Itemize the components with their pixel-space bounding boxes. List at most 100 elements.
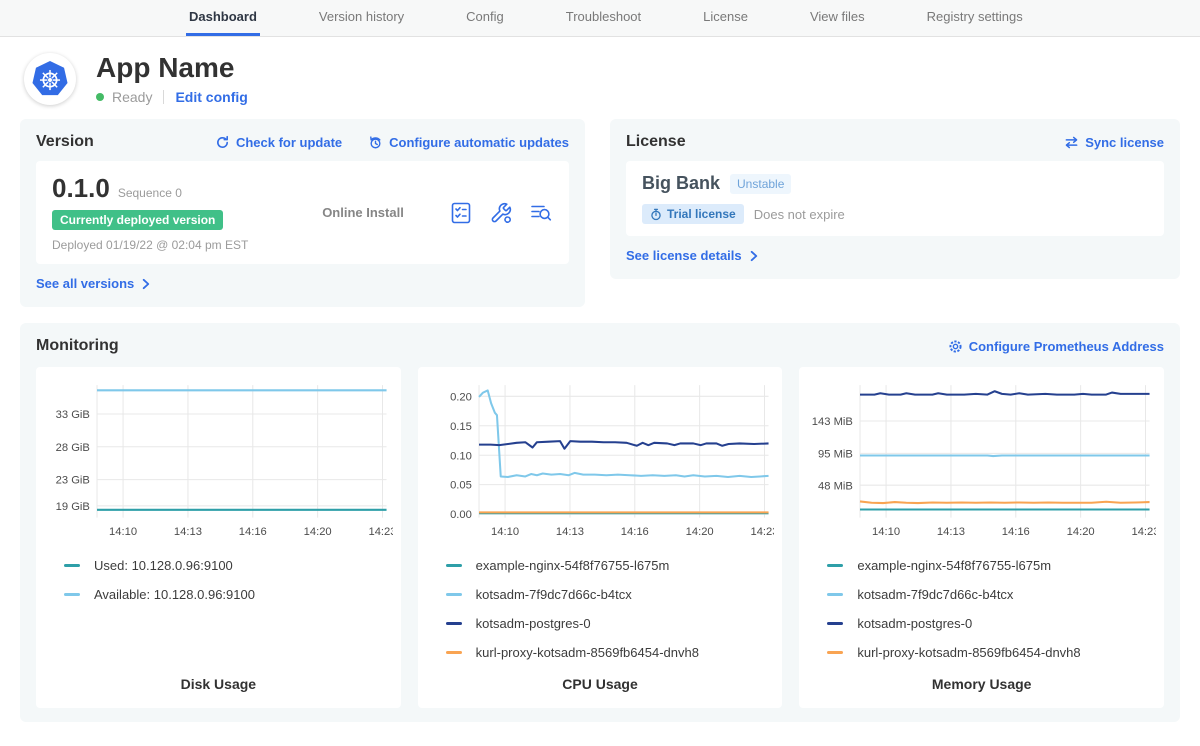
monitoring-title: Monitoring xyxy=(36,337,119,355)
legend-item-kotsadm-7f9dc7d66c-b4tcx: kotsadm-7f9dc7d66c-b4tcx xyxy=(446,587,775,602)
disk-usage-card: 33 GiB28 GiB23 GiB19 GiB14:1014:1314:161… xyxy=(36,367,401,708)
legend-swatch xyxy=(446,622,462,625)
chevron-right-icon xyxy=(140,278,151,290)
tab-registry-settings[interactable]: Registry settings xyxy=(924,0,1026,36)
legend-item-kotsadm-7f9dc7d66c-b4tcx: kotsadm-7f9dc7d66c-b4tcx xyxy=(827,587,1156,602)
series-kotsadm-7f9dc7d66c-b4tcx xyxy=(860,455,1150,456)
license-card-title: License xyxy=(626,133,686,151)
tab-license[interactable]: License xyxy=(700,0,751,36)
trial-license-badge: Trial license xyxy=(642,204,744,224)
version-number: 0.1.0 xyxy=(52,173,110,204)
svg-text:14:20: 14:20 xyxy=(1067,526,1095,538)
svg-text:14:16: 14:16 xyxy=(239,526,267,538)
svg-text:14:20: 14:20 xyxy=(685,526,713,538)
legend-label: Available: 10.128.0.96:9100 xyxy=(94,587,255,602)
legend-item-example-nginx-54f8f76755-l675m: example-nginx-54f8f76755-l675m xyxy=(827,558,1156,573)
legend-swatch xyxy=(446,593,462,596)
cpu-usage-plot: 0.200.150.100.050.0014:1014:1314:1614:20… xyxy=(426,379,775,544)
expiry-label: Does not expire xyxy=(754,207,845,222)
install-type-label: Online Install xyxy=(277,205,449,220)
sync-license-link[interactable]: Sync license xyxy=(1064,135,1164,150)
disk-usage-plot: 33 GiB28 GiB23 GiB19 GiB14:1014:1314:161… xyxy=(44,379,393,544)
svg-text:95 MiB: 95 MiB xyxy=(818,448,853,460)
svg-text:14:23: 14:23 xyxy=(1132,526,1156,538)
svg-text:0.10: 0.10 xyxy=(450,450,472,462)
tab-view-files[interactable]: View files xyxy=(807,0,868,36)
schedule-icon xyxy=(368,135,383,150)
tab-troubleshoot[interactable]: Troubleshoot xyxy=(563,0,644,36)
tab-config[interactable]: Config xyxy=(463,0,507,36)
app-status-row: Ready Edit config xyxy=(96,89,248,105)
license-detail-card: Big Bank Unstable Trial license Does not… xyxy=(626,161,1164,236)
legend-swatch xyxy=(827,651,843,654)
svg-text:19 GiB: 19 GiB xyxy=(56,501,90,513)
legend-swatch xyxy=(827,564,843,567)
svg-text:0.00: 0.00 xyxy=(450,509,472,521)
gear-icon xyxy=(948,339,963,354)
configure-prometheus-link[interactable]: Configure Prometheus Address xyxy=(948,339,1164,354)
series-kotsadm-postgres-0 xyxy=(860,391,1150,394)
chart-title: CPU Usage xyxy=(426,660,775,692)
svg-text:14:10: 14:10 xyxy=(491,526,519,538)
stopwatch-icon xyxy=(650,208,662,221)
legend-label: kotsadm-7f9dc7d66c-b4tcx xyxy=(857,587,1013,602)
app-title: App Name xyxy=(96,53,248,82)
see-license-details-link[interactable]: See license details xyxy=(626,248,759,263)
legend-swatch xyxy=(827,622,843,625)
tab-dashboard[interactable]: Dashboard xyxy=(186,0,260,36)
legend-label: Used: 10.128.0.96:9100 xyxy=(94,558,233,573)
monitoring-panel: Monitoring Configure Prometheus Address … xyxy=(20,323,1180,722)
legend-item-available-10-128-0-96-9100: Available: 10.128.0.96:9100 xyxy=(64,587,393,602)
view-logs-icon[interactable] xyxy=(529,201,553,225)
legend-label: example-nginx-54f8f76755-l675m xyxy=(476,558,670,573)
legend-label: kurl-proxy-kotsadm-8569fb6454-dnvh8 xyxy=(857,645,1080,660)
nav-tabs: Dashboard Version history Config Troublesho… xyxy=(186,0,1026,36)
tab-version-history[interactable]: Version history xyxy=(316,0,407,36)
app-header: App Name Ready Edit config xyxy=(0,37,1200,117)
check-for-update-link[interactable]: Check for update xyxy=(215,135,342,150)
refresh-icon xyxy=(215,135,230,150)
app-status: Ready xyxy=(112,89,152,105)
kubernetes-logo-icon xyxy=(24,53,76,105)
legend-label: kotsadm-postgres-0 xyxy=(476,616,591,631)
svg-text:14:23: 14:23 xyxy=(750,526,774,538)
legend-item-kotsadm-postgres-0: kotsadm-postgres-0 xyxy=(446,616,775,631)
legend-swatch xyxy=(446,564,462,567)
svg-text:14:10: 14:10 xyxy=(872,526,900,538)
svg-text:14:10: 14:10 xyxy=(109,526,137,538)
chart-title: Disk Usage xyxy=(44,660,393,692)
svg-text:14:16: 14:16 xyxy=(1002,526,1030,538)
legend-swatch xyxy=(827,593,843,596)
svg-text:14:13: 14:13 xyxy=(937,526,965,538)
memory-usage-plot: 143 MiB95 MiB48 MiB14:1014:1314:1614:201… xyxy=(807,379,1156,544)
series-kurl-proxy-kotsadm-8569fb6454-dnvh8 xyxy=(860,501,1150,503)
legend-label: kotsadm-postgres-0 xyxy=(857,616,972,631)
top-nav: Dashboard Version history Config Troublesho… xyxy=(0,0,1200,37)
memory-usage-card: 143 MiB95 MiB48 MiB14:1014:1314:1614:201… xyxy=(799,367,1164,708)
svg-text:14:13: 14:13 xyxy=(174,526,202,538)
license-card: License Sync license Big Bank Unstable T… xyxy=(610,119,1180,279)
legend-swatch xyxy=(64,593,80,596)
legend-label: kurl-proxy-kotsadm-8569fb6454-dnvh8 xyxy=(476,645,699,660)
status-dot-icon xyxy=(96,93,104,101)
chart-title: Memory Usage xyxy=(807,660,1156,692)
chevron-right-icon xyxy=(748,250,759,262)
legend-item-kurl-proxy-kotsadm-8569fb6454-dnvh8: kurl-proxy-kotsadm-8569fb6454-dnvh8 xyxy=(446,645,775,660)
svg-text:23 GiB: 23 GiB xyxy=(56,475,90,487)
legend-item-example-nginx-54f8f76755-l675m: example-nginx-54f8f76755-l675m xyxy=(446,558,775,573)
preflight-checklist-icon[interactable] xyxy=(449,201,473,225)
svg-text:14:20: 14:20 xyxy=(304,526,332,538)
legend-item-kurl-proxy-kotsadm-8569fb6454-dnvh8: kurl-proxy-kotsadm-8569fb6454-dnvh8 xyxy=(827,645,1156,660)
edit-config-link[interactable]: Edit config xyxy=(175,89,247,105)
see-all-versions-link[interactable]: See all versions xyxy=(36,276,151,291)
config-wrench-icon[interactable] xyxy=(489,201,513,225)
svg-text:14:13: 14:13 xyxy=(556,526,584,538)
sync-icon xyxy=(1064,135,1079,150)
legend-swatch xyxy=(446,651,462,654)
svg-text:0.05: 0.05 xyxy=(450,480,472,492)
svg-text:0.15: 0.15 xyxy=(450,421,472,433)
version-card-title: Version xyxy=(36,133,94,151)
configure-automatic-updates-link[interactable]: Configure automatic updates xyxy=(368,135,569,150)
channel-badge: Unstable xyxy=(730,174,791,194)
svg-text:28 GiB: 28 GiB xyxy=(56,442,90,454)
